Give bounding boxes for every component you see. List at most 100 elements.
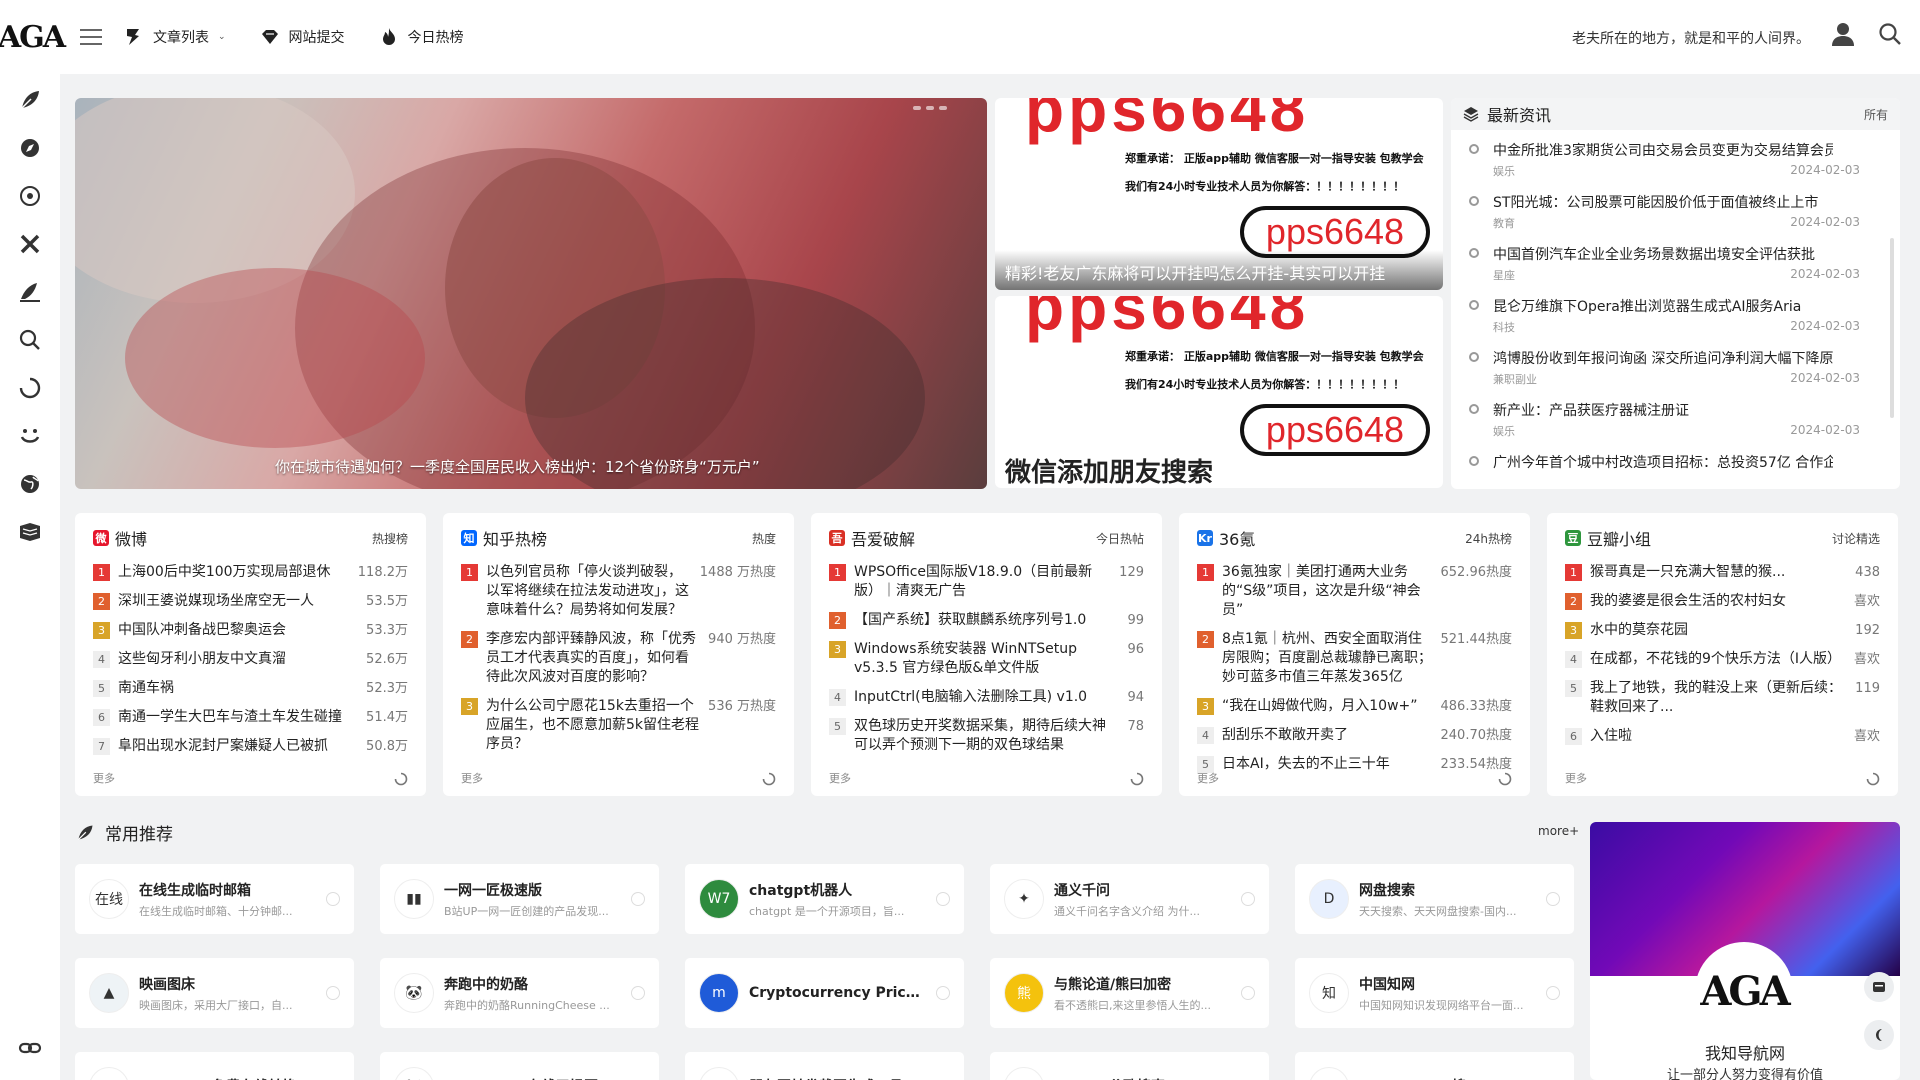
arrow-right-icon[interactable]: [1546, 892, 1560, 906]
ad-card[interactable]: pps6648 郑重承诺： 正版app辅助 微信客服一对一指导安装 包教学会 我…: [995, 98, 1443, 290]
carousel-indicator[interactable]: [913, 106, 947, 110]
compass-icon[interactable]: [18, 136, 42, 160]
hot-list-item[interactable]: 1 上海00后中奖100万实现局部退休 118.2万: [93, 563, 408, 582]
feather-icon[interactable]: [18, 88, 42, 112]
hot-list-item[interactable]: 2 【国产系统】获取麒麟系统序列号1.0 99: [829, 611, 1144, 630]
hot-list-item[interactable]: 2 我的婆婆是很会生活的农村妇女 喜欢: [1565, 592, 1880, 611]
site-logo[interactable]: AGA: [0, 0, 66, 74]
arrow-right-icon[interactable]: [631, 892, 645, 906]
user-icon[interactable]: [1832, 22, 1854, 46]
hot-list-item[interactable]: 5 我上了地铁，我的鞋没上来（更新后续：鞋救回来了... 119: [1565, 679, 1880, 717]
rank-badge: 4: [1197, 727, 1214, 744]
news-item[interactable]: 中金所批准3家期货公司由交易会员变更为交易结算会员 娱乐 2024-02-03: [1451, 130, 1900, 182]
hot-list-item[interactable]: 4 在成都，不花钱的9个快乐方法（I人版） 喜欢: [1565, 650, 1880, 669]
hot-list-item[interactable]: 1 猴哥真是一只充满大智慧的猴... 438: [1565, 563, 1880, 582]
news-item[interactable]: 昆仑万维旗下Opera推出浏览器生成式AI服务Aria 科技 2024-02-03: [1451, 286, 1900, 338]
hot-list-item[interactable]: 1 以色列官员称「停火谈判破裂，以军将继续在拉法发动进攻」，这意味着什么？局势将如…: [461, 563, 776, 620]
globe-icon[interactable]: [18, 472, 42, 496]
news-item[interactable]: ST阳光城：公司股票可能因股价低于面值被终止上市 教育 2024-02-03: [1451, 182, 1900, 234]
hot-more-link[interactable]: 更多: [461, 770, 483, 786]
search-icon[interactable]: [1878, 22, 1902, 46]
news-scrollbar[interactable]: [1890, 238, 1894, 418]
nav-today-hot[interactable]: 今日热榜: [379, 27, 464, 47]
hot-list-item[interactable]: 2 8点1氪｜杭州、西安全面取消住房限购；百度副总裁璩静已离职；妙可蓝多市值三年蒸…: [1197, 630, 1512, 687]
site-card[interactable]: 知中国知网 中国知网知识发现网络平台一面...: [1295, 958, 1574, 1028]
moon-icon[interactable]: [1864, 1020, 1894, 1050]
arrow-right-icon[interactable]: [326, 892, 340, 906]
hot-list-item[interactable]: 4 InputCtrl(电脑输入法删除工具) v1.0 94: [829, 688, 1144, 707]
site-desc: 看不透熊曰,来这里参悟人生的...: [1054, 998, 1211, 1012]
news-item[interactable]: 鸿博股份收到年报问询函 深交所追问净利润大幅下降原因 兼职副业 2024-02-03: [1451, 338, 1900, 390]
tools-icon[interactable]: [18, 232, 42, 256]
hot-list-item[interactable]: 7 阜阳出现水泥封尸案嫌疑人已被抓 50.8万: [93, 737, 408, 756]
site-card[interactable]: 🐼 TinyPNG – 在线无损压缩图: [380, 1052, 659, 1080]
recommend-more-link[interactable]: more+: [1538, 824, 1579, 838]
site-card[interactable]: W7 chatgpt机器人 chatgpt 是一个开源项目，旨...: [685, 864, 964, 934]
refresh-icon[interactable]: [1498, 772, 1512, 786]
site-card[interactable]: D 网盘搜索 天天搜索、天天网盘搜索-国内...: [1295, 864, 1574, 934]
nav-article-list[interactable]: 文章列表 ⌄: [124, 27, 226, 47]
news-item[interactable]: 新产业：产品获医疗器械注册证 娱乐 2024-02-03: [1451, 390, 1900, 442]
news-item[interactable]: 广州今年首个城中村改造项目招标：总投资57亿 合作企业需: [1451, 442, 1900, 489]
hot-list-item[interactable]: 3 中国队冲刺备战巴黎奥运会 53.3万: [93, 621, 408, 640]
ad-card[interactable]: pps6648 郑重承诺： 正版app辅助 微信客服一对一指导安装 包教学会 我…: [995, 296, 1443, 488]
hot-list-item[interactable]: 3 Windows系统安装器 WinNTSetup v5.3.5 官方绿色版&单文…: [829, 640, 1144, 678]
site-card[interactable]: ✦ 通义千问 通义千问名字含义介绍 为什...: [990, 864, 1269, 934]
arrow-right-icon[interactable]: [326, 986, 340, 1000]
hot-list-item[interactable]: 4 这些匈牙利小朋友中文真溜 52.6万: [93, 650, 408, 669]
nav-submit-site[interactable]: 网站提交: [260, 27, 345, 47]
site-card[interactable]: ▮▮ 一网一匠极速版 B站UP一网一匠创建的产品发现...: [380, 864, 659, 934]
promo-card[interactable]: AGA 我知导航网 让一部分人努力变得有价值: [1590, 822, 1900, 1080]
hot-list-item[interactable]: 2 李彦宏内部评臻静风波，称「优秀员工才代表真实的百度」，如何看待此次风波对百度的…: [461, 630, 776, 687]
hot-list-item[interactable]: 6 入住啦 喜欢: [1565, 727, 1880, 746]
site-card[interactable]: E E Search | E搜: [1295, 1052, 1574, 1080]
hot-more-link[interactable]: 更多: [93, 770, 115, 786]
arrow-right-icon[interactable]: [1241, 986, 1255, 1000]
site-card[interactable]: 熊与熊论道/熊曰加密 看不透熊曰,来这里参悟人生的...: [990, 958, 1269, 1028]
link-icon[interactable]: [18, 1036, 42, 1060]
refresh-icon[interactable]: [18, 376, 42, 400]
disc-icon[interactable]: [18, 184, 42, 208]
news-item[interactable]: 中国首例汽车企业全业务场景数据出境安全评估获批 星座 2024-02-03: [1451, 234, 1900, 286]
refresh-icon[interactable]: [1866, 772, 1880, 786]
site-title: 中国知网: [1359, 976, 1415, 993]
hot-more-link[interactable]: 更多: [1565, 770, 1587, 786]
hot-more-link[interactable]: 更多: [829, 770, 851, 786]
hot-list-item[interactable]: 5 日本AI，失去的不止三十年 233.54热度: [1197, 755, 1512, 774]
hot-list-item[interactable]: 1 WPSOffice国际版V18.9.0（目前最新版）｜清爽无广告 129: [829, 563, 1144, 601]
hot-list-tag: 热度: [751, 531, 776, 546]
hot-list-item[interactable]: 3 “我在山姆做代购，月入10w+” 486.33热度: [1197, 697, 1512, 716]
news-more-link[interactable]: 所有: [1864, 106, 1888, 123]
arrow-right-icon[interactable]: [1241, 892, 1255, 906]
site-card[interactable]: 在线 在线生成临时邮箱 在线生成临时邮箱、十分钟邮...: [75, 864, 354, 934]
refresh-icon[interactable]: [1130, 772, 1144, 786]
hot-list-item[interactable]: 5 双色球历史开奖数据采集，期待后续大神可以弄个预测下一期的双色球结果 78: [829, 717, 1144, 755]
hot-list-item[interactable]: 1 36氪独家｜美团打通两大业务的“S级”项目，这次是升级“神会员” 652.96热…: [1197, 563, 1512, 620]
arrow-right-icon[interactable]: [936, 892, 950, 906]
hot-more-link[interactable]: 更多: [1197, 770, 1219, 786]
site-card[interactable]: m Cryptocurrency Prices/数...: [685, 958, 964, 1028]
refresh-icon[interactable]: [762, 772, 776, 786]
site-card[interactable]: 🐼 奔跑中的奶酪 奔跑中的奶酪RunningCheese ...: [380, 958, 659, 1028]
site-card[interactable]: ▲ 映画图床 映画图床，采用大厂接口，自...: [75, 958, 354, 1028]
hot-list-item[interactable]: 3 水中的莫奈花园 192: [1565, 621, 1880, 640]
hot-list-item[interactable]: 6 南通一学生大巴车与渣土车发生碰撞 51.4万: [93, 708, 408, 727]
hero-banner[interactable]: 你在城市待遇如何？一季度全国居民收入榜出炉：12个省份跻身“万元户”: [75, 98, 987, 489]
refresh-icon[interactable]: [394, 772, 408, 786]
smile-icon[interactable]: [18, 424, 42, 448]
book-icon[interactable]: [18, 520, 42, 544]
arrow-right-icon[interactable]: [1546, 986, 1560, 1000]
hot-list-item[interactable]: 3 为什么公司宁愿花15k去重招一个应届生，也不愿意加薪5k留住老程序员？ 536 …: [461, 697, 776, 754]
pen-icon[interactable]: [18, 280, 42, 304]
hot-list-item[interactable]: 2 深圳王婆说媒现场坐席空无一人 53.5万: [93, 592, 408, 611]
search-icon[interactable]: [18, 328, 42, 352]
site-card[interactable]: ◎ 朋友圈转发截图生成工具 – 微: [685, 1052, 964, 1080]
site-card[interactable]: ♥ iLovePDF免费在线转换PDF: [75, 1052, 354, 1080]
site-card[interactable]: G Google谷歌搜索: [990, 1052, 1269, 1080]
hot-list-item[interactable]: 5 南通车祸 52.3万: [93, 679, 408, 698]
hot-list-item[interactable]: 4 刮刮乐不敢敞开卖了 240.70热度: [1197, 726, 1512, 745]
arrow-right-icon[interactable]: [631, 986, 645, 1000]
menu-icon[interactable]: [80, 28, 104, 46]
dark-mode-icon[interactable]: [1864, 972, 1894, 1002]
arrow-right-icon[interactable]: [936, 986, 950, 1000]
